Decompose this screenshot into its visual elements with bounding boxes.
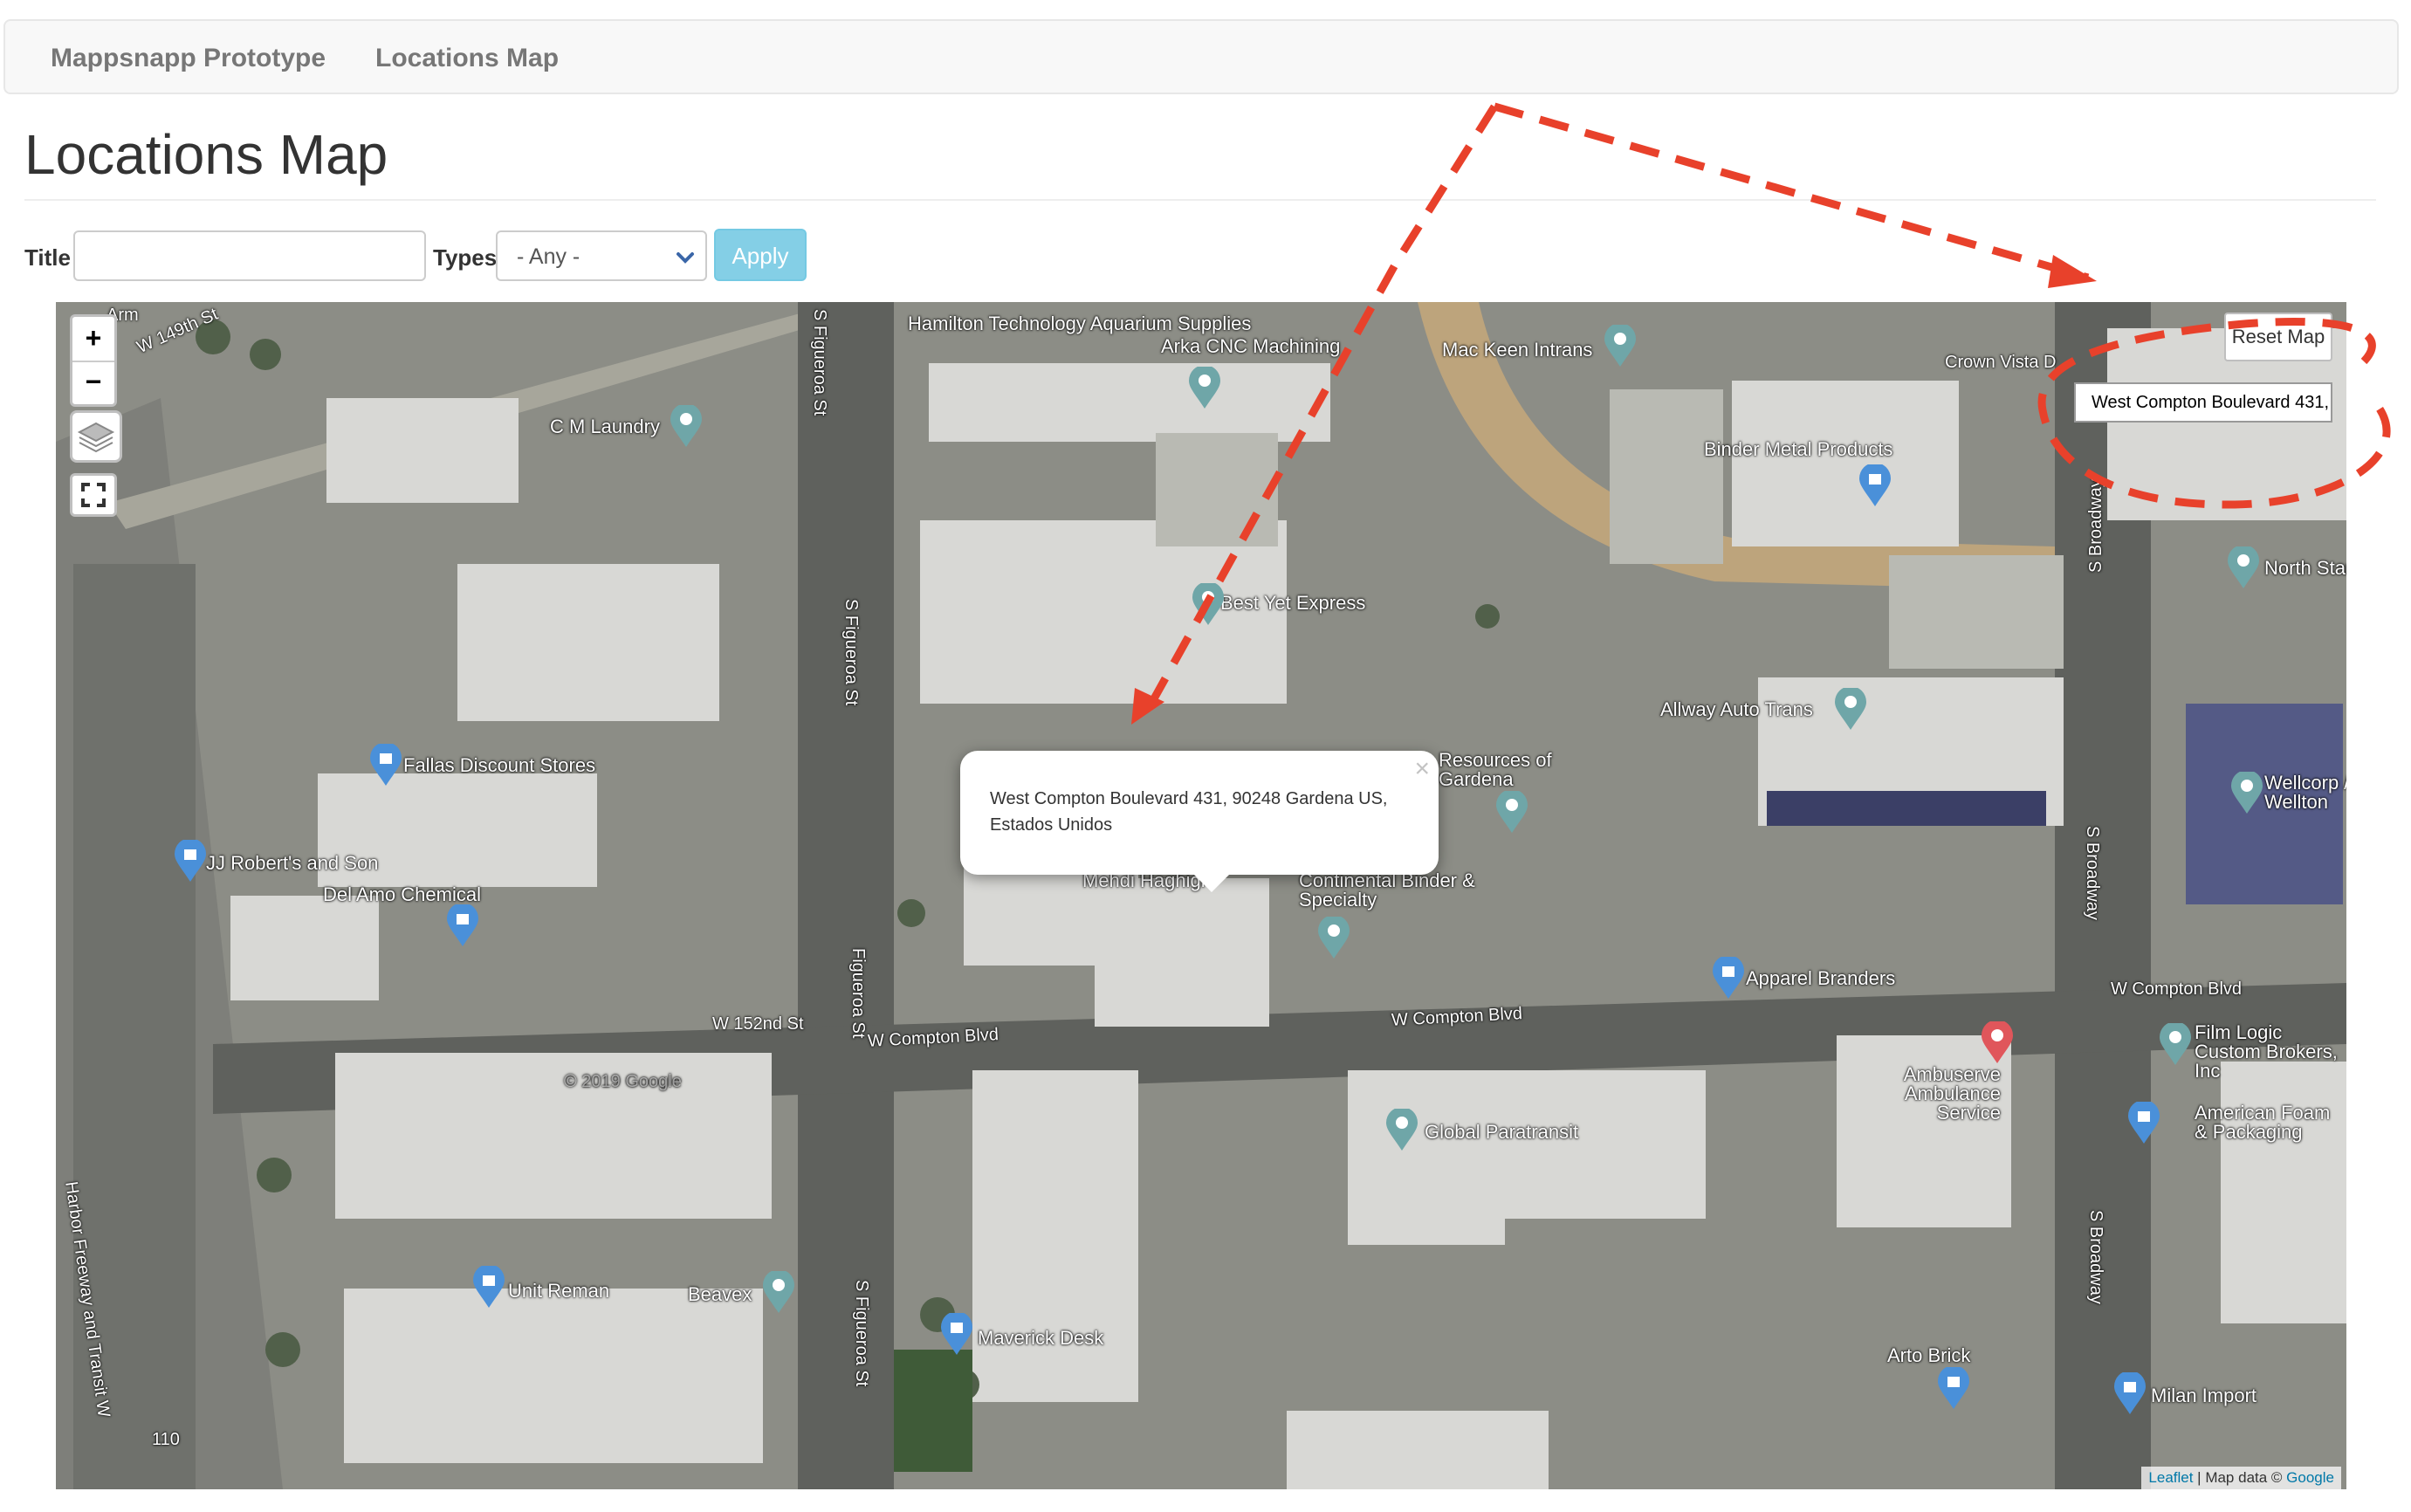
navbar: Mappsnapp Prototype Locations Map <box>3 19 2399 94</box>
popup-close-button[interactable]: × <box>1414 754 1430 784</box>
place-label: Arto Brick <box>1887 1344 1971 1366</box>
address-field[interactable]: West Compton Boulevard 431, 90248 Garden… <box>2074 382 2332 423</box>
chevron-down-icon <box>677 252 694 264</box>
street-label: S Broadway <box>2086 1210 2105 1304</box>
map-pin-icon[interactable] <box>2158 1023 2193 1067</box>
place-label: Film Logic Custom Brokers, Inc <box>2195 1021 2338 1082</box>
zoom-in-button[interactable]: + <box>72 317 114 362</box>
place-label: Ambuserve Ambulance Service <box>1903 1063 2001 1124</box>
place-label: Resources of Gardena <box>1439 749 1552 790</box>
layers-icon <box>77 422 115 453</box>
shopping-pin-icon[interactable] <box>173 840 208 883</box>
map-pin-icon[interactable] <box>761 1271 796 1315</box>
map-pin-icon[interactable] <box>1494 791 1529 835</box>
street-label: S Broadway <box>2086 478 2105 573</box>
leaflet-link[interactable]: Leaflet <box>2148 1469 2193 1486</box>
nav-link-locations-map[interactable]: Locations Map <box>375 44 559 73</box>
map-pin-icon[interactable] <box>1603 325 1638 368</box>
street-label: Figueroa St <box>848 948 868 1039</box>
place-label: Continental Binder & Specialty <box>1299 869 1475 911</box>
popup-tip <box>1192 873 1231 892</box>
shopping-pin-icon[interactable] <box>471 1266 506 1309</box>
marker-popup: West Compton Boulevard 431, 90248 Garden… <box>960 751 1439 875</box>
place-label: Binder Metal Products <box>1704 438 1893 460</box>
fullscreen-button[interactable] <box>70 473 117 517</box>
street-label: W Compton Blvd <box>2111 979 2243 999</box>
shopping-pin-icon[interactable] <box>2126 1102 2161 1145</box>
map-pin-icon[interactable] <box>2226 546 2261 590</box>
types-selected-value: - Any - <box>517 244 580 269</box>
fullscreen-icon <box>81 483 106 507</box>
place-label: Mac Keen Intrans <box>1442 339 1593 361</box>
street-label: Crown Vista D <box>1945 353 2057 372</box>
place-label: Unit Reman <box>508 1280 610 1302</box>
shopping-pin-icon[interactable] <box>939 1313 974 1357</box>
types-filter-label: Types <box>433 244 498 271</box>
map-pin-icon[interactable] <box>2229 772 2264 815</box>
title-filter-input[interactable] <box>73 230 426 281</box>
zoom-out-button[interactable]: − <box>72 361 114 404</box>
map-pin-icon[interactable] <box>1384 1109 1419 1152</box>
shopping-pin-icon[interactable] <box>1936 1367 1971 1411</box>
map-pin-icon[interactable] <box>1833 688 1868 732</box>
place-label: Milan Import <box>2151 1385 2257 1406</box>
shopping-pin-icon[interactable] <box>368 744 403 787</box>
street-label: W 152nd St <box>712 1014 804 1034</box>
map-pin-icon[interactable] <box>1191 583 1226 627</box>
map-pin-icon[interactable] <box>1187 367 1222 410</box>
place-label: Arka CNC Machining <box>1161 335 1341 357</box>
map-viewport[interactable]: W 149th St S Figueroa St S Figueroa St F… <box>56 302 2346 1489</box>
google-link[interactable]: Google <box>2286 1469 2334 1486</box>
street-label: S Figueroa St <box>841 599 861 706</box>
shopping-pin-icon[interactable] <box>2112 1372 2147 1416</box>
place-label: Global Paratransit <box>1425 1121 1579 1143</box>
shopping-pin-icon[interactable] <box>1711 957 1746 1000</box>
street-label: S Broadway <box>2083 826 2102 920</box>
place-label: Del Amo Chemical <box>323 883 481 905</box>
place-label: Apparel Branders <box>1746 967 1896 989</box>
place-label: JJ Robert's and Son <box>206 852 379 874</box>
divider <box>24 199 2376 201</box>
highway-shield: 110 <box>152 1430 180 1449</box>
layers-button[interactable] <box>70 410 122 463</box>
place-label: Best Yet Express <box>1220 592 1366 614</box>
shopping-pin-icon[interactable] <box>445 904 480 948</box>
place-label: Hamilton Technology Aquarium Supplies <box>908 313 1252 334</box>
hospital-pin-icon[interactable] <box>1980 1021 2015 1065</box>
place-label: American Foam & Packaging <box>2195 1102 2331 1143</box>
page-title: Locations Map <box>24 123 388 186</box>
street-label: S Figueroa St <box>852 1280 871 1387</box>
types-filter-select[interactable]: - Any - <box>496 230 707 281</box>
place-label: Allway Auto Trans <box>1660 698 1813 720</box>
zoom-control: + − <box>70 314 117 407</box>
place-label: Wellcorp / Wellton <box>2264 772 2346 813</box>
reset-map-button[interactable]: Reset Map <box>2224 313 2332 361</box>
apply-button[interactable]: Apply <box>714 229 807 281</box>
map-pin-icon[interactable] <box>669 405 704 449</box>
map-pin-icon[interactable] <box>1316 917 1351 960</box>
shopping-pin-icon[interactable] <box>1858 464 1892 508</box>
place-label: C M Laundry <box>550 416 660 437</box>
popup-address: West Compton Boulevard 431, 90248 Garden… <box>990 789 1388 835</box>
title-filter-label: Title <box>24 244 71 271</box>
place-label: Fallas Discount Stores <box>403 754 596 776</box>
place-label: North Star <box>2264 557 2346 579</box>
map-attribution: Leaflet | Map data © Google <box>2141 1467 2341 1489</box>
map-watermark: © 2019 Google <box>564 1072 682 1091</box>
navbar-brand[interactable]: Mappsnapp Prototype <box>51 44 326 73</box>
place-label: Beavex <box>688 1283 752 1305</box>
street-label: S Figueroa St <box>810 309 829 416</box>
attribution-separator: | Map data © <box>2193 1469 2287 1486</box>
place-label: Maverick Desk <box>978 1327 1104 1349</box>
